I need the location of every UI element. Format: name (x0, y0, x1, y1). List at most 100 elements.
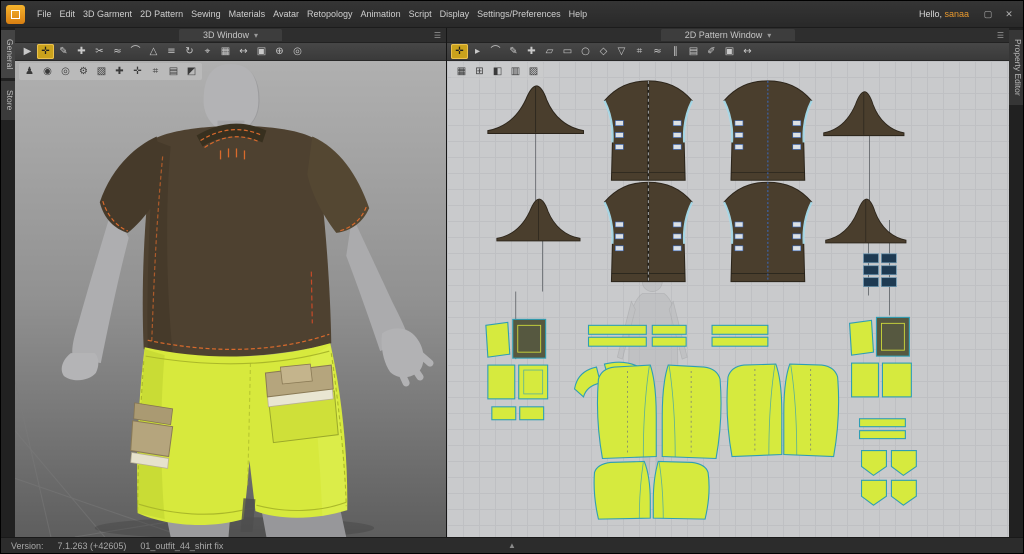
menu-item[interactable]: Sewing (187, 1, 225, 27)
show-gizmo-icon[interactable]: ✛ (129, 64, 146, 79)
grading-tool[interactable]: ▤ (685, 44, 702, 59)
close-window-icon[interactable]: ✕ (1002, 9, 1016, 20)
tab-property-editor[interactable]: Property Editor (1009, 30, 1023, 105)
2d-scene (485, 79, 917, 520)
pane-menu-icon[interactable]: ☰ (434, 31, 441, 40)
2d-viewport[interactable]: ▦ ⊞ ◧ ▥ ▨ (447, 61, 1009, 537)
circle-tool[interactable]: ○ (577, 44, 594, 59)
show-arrangement-points-icon[interactable]: ◉ (39, 64, 56, 79)
show-grainline-icon[interactable]: ▥ (507, 64, 524, 79)
pattern-piece-vest-front-2[interactable] (603, 181, 694, 283)
sewing-edit-tool[interactable]: ✂ (91, 44, 108, 59)
username[interactable]: sanaa (944, 9, 969, 19)
show-avatar-icon[interactable]: ♟ (21, 64, 38, 79)
texture-editor-2d-tool[interactable]: ▣ (721, 44, 738, 59)
select-move-tool[interactable]: ✛ (37, 44, 54, 59)
pattern-piece-vest-front-1[interactable] (603, 79, 694, 182)
show-grid-icon[interactable]: ⌗ (147, 64, 164, 79)
menu-item[interactable]: Animation (357, 1, 405, 27)
pattern-piece-sleeve-3[interactable] (496, 198, 581, 242)
measure-tool[interactable]: ↔ (235, 44, 252, 59)
select-mesh-brush-tool[interactable]: ✎ (55, 44, 72, 59)
pattern-annotation-tool[interactable]: ✐ (703, 44, 720, 59)
edit-curvature-tool[interactable]: ⌒ (487, 44, 504, 59)
pattern-piece-vest-back-2[interactable] (722, 181, 813, 283)
menu-item[interactable]: Help (565, 1, 592, 27)
menu: File Edit 3D Garment 2D Pattern Sewing Materi… (33, 1, 591, 27)
3d-avatar-toolbar: ♟ ◉ ◎ ⚙ ▧ ✚ ✛ ⌗ ▤ ◩ (19, 63, 202, 80)
open-filename: 01_outfit_44_shirt fix (140, 540, 224, 551)
tab-general[interactable]: General (1, 30, 15, 79)
greeting-prefix: Hello, (918, 9, 945, 19)
rectangle-tool[interactable]: ▭ (559, 44, 576, 59)
pattern-pieces-shorts[interactable] (485, 316, 917, 520)
notch-dart-tool[interactable]: ▽ (613, 44, 630, 59)
menu-item[interactable]: 2D Pattern (136, 1, 187, 27)
garment-shorts[interactable] (130, 343, 348, 533)
show-sewing-lines-icon[interactable]: ⊞ (471, 64, 488, 79)
tab-store[interactable]: Store (1, 81, 15, 120)
app-logo-icon[interactable] (6, 4, 25, 24)
chevron-down-icon: ▾ (767, 30, 772, 40)
gizmo-rotate-tool[interactable]: ↻ (181, 44, 198, 59)
edit-curve-point-tool[interactable]: ✎ (505, 44, 522, 59)
pattern-piece-sleeve-2[interactable] (823, 91, 905, 137)
version-label: Version: (11, 540, 44, 551)
show-garment-icon[interactable]: ▧ (93, 64, 110, 79)
zoom-fit-tool[interactable]: ◎ (289, 44, 306, 59)
left-tab-strip: General Store (1, 28, 15, 537)
avatar-skin-offset-icon[interactable]: ⚙ (75, 64, 92, 79)
2d-pattern-window-tab[interactable]: 2D Pattern Window ▾ (660, 29, 796, 41)
fold-arrangement-tool[interactable]: △ (145, 44, 162, 59)
tape-tool[interactable]: ⌖ (199, 44, 216, 59)
free-sewing-tool[interactable]: ⌒ (127, 44, 144, 59)
segment-sewing-2d-tool[interactable]: ≈ (649, 44, 666, 59)
3d-window-pane: 3D Window ▾ ☰ ▶ ✛ ✎ ✚ ✂ ≈ ⌒ △ ≡ ↻ ⌖ ▦ ↔ ▣ ⊕ ◎ (15, 28, 447, 537)
2d-main-toolbar: ✛ ▸ ⌒ ✎ ✚ ▱ ▭ ○ ◇ ▽ ⌗ ≈ ∥ ▤ ✐ ▣ ↔ (447, 43, 1009, 61)
menu-item[interactable]: Script (405, 1, 436, 27)
pattern-3d-pen-tool[interactable]: ⊕ (271, 44, 288, 59)
show-strain-map-icon[interactable]: ◩ (183, 64, 200, 79)
simulate-tool[interactable]: ▶ (19, 44, 36, 59)
texture-tool[interactable]: ▣ (253, 44, 270, 59)
polygon-tool[interactable]: ▱ (541, 44, 558, 59)
show-pattern-outline-icon[interactable]: ▦ (453, 64, 470, 79)
menu-item[interactable]: Settings/Preferences (473, 1, 565, 27)
3d-viewport[interactable]: ♟ ◉ ◎ ⚙ ▧ ✚ ✛ ⌗ ▤ ◩ (15, 61, 446, 537)
edit-pattern-tool[interactable]: ▸ (469, 44, 486, 59)
restore-window-icon[interactable]: ▢ (981, 9, 995, 20)
show-wireframe-icon[interactable]: ▤ (165, 64, 182, 79)
cube-glyph (11, 9, 20, 19)
menu-item[interactable]: Materials (225, 1, 270, 27)
show-base-line-icon[interactable]: ▨ (525, 64, 542, 79)
statusbar-expand-icon[interactable]: ▲ (508, 541, 516, 550)
seam-allowance-tool[interactable]: ⌗ (631, 44, 648, 59)
menu-item[interactable]: Display (436, 1, 474, 27)
pin-tool[interactable]: ✚ (73, 44, 90, 59)
pane-menu-icon[interactable]: ☰ (997, 31, 1004, 40)
menu-item[interactable]: Avatar (269, 1, 303, 27)
menu-item[interactable]: 3D Garment (79, 1, 136, 27)
flatten-tool[interactable]: ▦ (217, 44, 234, 59)
menu-item[interactable]: File (33, 1, 56, 27)
measure-2d-tool[interactable]: ↔ (739, 44, 756, 59)
3d-window-tab[interactable]: 3D Window ▾ (178, 29, 283, 41)
pattern-piece-sleeve-1[interactable] (487, 85, 585, 135)
transform-pattern-tool[interactable]: ✛ (451, 44, 468, 59)
menu-item[interactable]: Retopology (303, 1, 357, 27)
segment-sewing-tool[interactable]: ≈ (109, 44, 126, 59)
menu-item[interactable]: Edit (56, 1, 80, 27)
chevron-down-icon: ▾ (254, 30, 259, 40)
show-notches-icon[interactable]: ◧ (489, 64, 506, 79)
pattern-piece-vest-back-1[interactable] (722, 79, 813, 182)
show-arrangement-volumes-icon[interactable]: ◎ (57, 64, 74, 79)
2d-pattern-window-pane: 2D Pattern Window ▾ ☰ ✛ ▸ ⌒ ✎ ✚ ▱ ▭ ○ ◇ ▽ ⌗ ≈ ∥ ▤ ✐ ▣ ↔ (447, 28, 1009, 537)
show-pins-icon[interactable]: ✚ (111, 64, 128, 79)
pattern-piece-sleeve-4[interactable] (825, 198, 907, 244)
wind-controller-tool[interactable]: ≡ (163, 44, 180, 59)
3d-main-toolbar: ▶ ✛ ✎ ✚ ✂ ≈ ⌒ △ ≡ ↻ ⌖ ▦ ↔ ▣ ⊕ ◎ (15, 43, 446, 61)
add-point-split-tool[interactable]: ✚ (523, 44, 540, 59)
pattern-piece-trim-set[interactable] (863, 253, 897, 287)
dart-tool[interactable]: ◇ (595, 44, 612, 59)
free-sewing-2d-tool[interactable]: ∥ (667, 44, 684, 59)
